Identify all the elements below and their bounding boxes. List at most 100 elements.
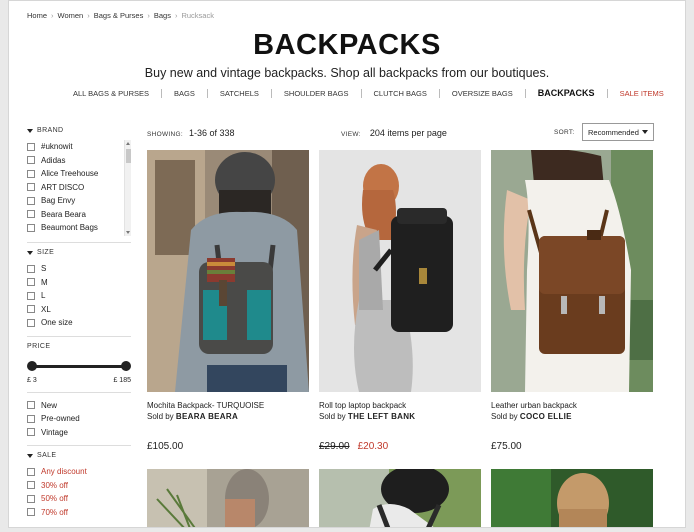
checkbox[interactable]	[27, 183, 35, 192]
sold-by-label: Sold by	[319, 412, 346, 421]
chevron-down-icon	[642, 130, 648, 134]
checkbox[interactable]	[27, 428, 35, 437]
sold-by-label: Sold by	[147, 412, 174, 421]
scroll-up-icon[interactable]	[126, 142, 130, 145]
checkbox[interactable]	[27, 467, 35, 476]
brand-option-label: ART DISCO	[41, 182, 85, 192]
checkbox[interactable]	[27, 401, 35, 410]
brand-option-label: Beaumont Bags	[41, 223, 98, 233]
brand-option[interactable]: ART DISCO	[27, 181, 131, 195]
size-option[interactable]: L	[27, 289, 131, 303]
price-range-slider[interactable]: £ 3 £ 185	[27, 356, 131, 386]
price-min-value: £ 3	[27, 376, 37, 384]
brand-option[interactable]: Adidas	[27, 154, 131, 168]
product-name[interactable]: Roll top laptop backpack	[319, 401, 481, 410]
nav-sale-items[interactable]: SALE ITEMS	[608, 89, 676, 98]
seller-name[interactable]: COCO ELLIE	[520, 412, 572, 421]
product-card[interactable]: Leather urban backpack Sold by COCO ELLI…	[491, 150, 653, 452]
results-toolbar: SHOWING: 1-36 of 338 VIEW: 204 items per…	[147, 123, 667, 143]
checkbox[interactable]	[27, 414, 35, 423]
product-image[interactable]	[491, 150, 653, 392]
checkbox[interactable]	[27, 291, 35, 300]
condition-option[interactable]: Vintage	[27, 426, 131, 440]
brand-option[interactable]: Beara Beara	[27, 208, 131, 222]
seller-name[interactable]: THE LEFT BANK	[348, 412, 415, 421]
nav-all-bags-purses[interactable]: ALL BAGS & PURSES	[61, 89, 163, 98]
sold-by-label: Sold by	[491, 412, 518, 421]
caret-down-icon	[27, 250, 33, 255]
product-name[interactable]: Leather urban backpack	[491, 401, 653, 410]
product-card[interactable]: Mochita Backpack- TURQUOISE Sold by BEAR…	[147, 150, 309, 452]
checkbox[interactable]	[27, 156, 35, 165]
checkbox[interactable]	[27, 494, 35, 503]
sale-option-label: 50% off	[41, 494, 68, 504]
brand-option[interactable]: Beaumont Bags	[27, 221, 131, 235]
brand-list-scrollbar[interactable]	[124, 140, 131, 236]
nav-clutch-bags[interactable]: CLUTCH BAGS	[362, 89, 440, 98]
product-image[interactable]	[491, 469, 653, 527]
scroll-down-icon[interactable]	[126, 231, 130, 234]
sale-option[interactable]: 70% off	[27, 506, 131, 520]
breadcrumb-separator: ›	[87, 11, 90, 20]
checkbox[interactable]	[27, 142, 35, 151]
nav-oversize-bags[interactable]: OVERSIZE BAGS	[440, 89, 526, 98]
breadcrumb-current: Rucksack	[181, 11, 214, 20]
sort-dropdown[interactable]: Recommended	[582, 123, 654, 141]
price-slider-track[interactable]	[31, 364, 127, 368]
size-option[interactable]: S	[27, 262, 131, 276]
checkbox[interactable]	[27, 508, 35, 517]
product-seller: Sold by COCO ELLIE	[491, 412, 653, 421]
brand-option[interactable]: Bag Envy	[27, 194, 131, 208]
filter-sidebar: BRAND #uknowit Adidas Alice Treehouse AR…	[27, 127, 131, 519]
checkbox[interactable]	[27, 278, 35, 287]
backpack-photo-2	[319, 150, 481, 392]
product-image[interactable]	[147, 469, 309, 527]
scrollbar-thumb[interactable]	[126, 149, 131, 163]
size-option[interactable]: XL	[27, 303, 131, 317]
price-min-handle[interactable]	[27, 360, 37, 371]
size-filter-header[interactable]: SIZE	[27, 249, 131, 256]
checkbox[interactable]	[27, 169, 35, 178]
seller-name[interactable]: BEARA BEARA	[176, 412, 238, 421]
breadcrumb-home[interactable]: Home	[27, 11, 47, 20]
checkbox[interactable]	[27, 223, 35, 232]
size-option-label: One size	[41, 318, 73, 328]
product-image[interactable]	[319, 469, 481, 527]
product-image[interactable]	[319, 150, 481, 392]
product-name[interactable]: Mochita Backpack- TURQUOISE	[147, 401, 309, 410]
nav-backpacks[interactable]: BACKPACKS	[526, 89, 608, 98]
checkbox[interactable]	[27, 264, 35, 273]
breadcrumb-women[interactable]: Women	[58, 11, 84, 20]
sale-option[interactable]: Any discount	[27, 465, 131, 479]
sort-selected-value: Recommended	[588, 128, 639, 137]
price-max-handle[interactable]	[121, 360, 131, 371]
sale-option[interactable]: 50% off	[27, 492, 131, 506]
sale-option[interactable]: 30% off	[27, 479, 131, 493]
size-filter-label: SIZE	[37, 249, 55, 256]
product-image[interactable]	[147, 150, 309, 392]
brand-option[interactable]: Alice Treehouse	[27, 167, 131, 181]
view-selector[interactable]: VIEW: 204 items per page	[341, 128, 447, 138]
checkbox[interactable]	[27, 210, 35, 219]
nav-shoulder-bags[interactable]: SHOULDER BAGS	[272, 89, 362, 98]
size-option[interactable]: One size	[27, 316, 131, 330]
checkbox[interactable]	[27, 481, 35, 490]
checkbox[interactable]	[27, 318, 35, 327]
nav-bags[interactable]: BAGS	[162, 89, 208, 98]
breadcrumb-bags-purses[interactable]: Bags & Purses	[94, 11, 144, 20]
condition-option-label: New	[41, 400, 58, 410]
brand-filter-header[interactable]: BRAND	[27, 127, 131, 134]
sale-filter-header[interactable]: SALE	[27, 452, 131, 459]
view-label: VIEW:	[341, 131, 361, 138]
breadcrumb-bags[interactable]: Bags	[154, 11, 171, 20]
product-card[interactable]: Roll top laptop backpack Sold by THE LEF…	[319, 150, 481, 452]
view-value[interactable]: 204 items per page	[370, 128, 447, 138]
checkbox[interactable]	[27, 305, 35, 314]
brand-option[interactable]: #uknowit	[27, 140, 131, 154]
nav-satchels[interactable]: SATCHELS	[208, 89, 272, 98]
condition-option[interactable]: Pre-owned	[27, 412, 131, 426]
condition-option[interactable]: New	[27, 399, 131, 413]
price-value: £75.00	[491, 441, 522, 452]
size-option[interactable]: M	[27, 276, 131, 290]
checkbox[interactable]	[27, 196, 35, 205]
